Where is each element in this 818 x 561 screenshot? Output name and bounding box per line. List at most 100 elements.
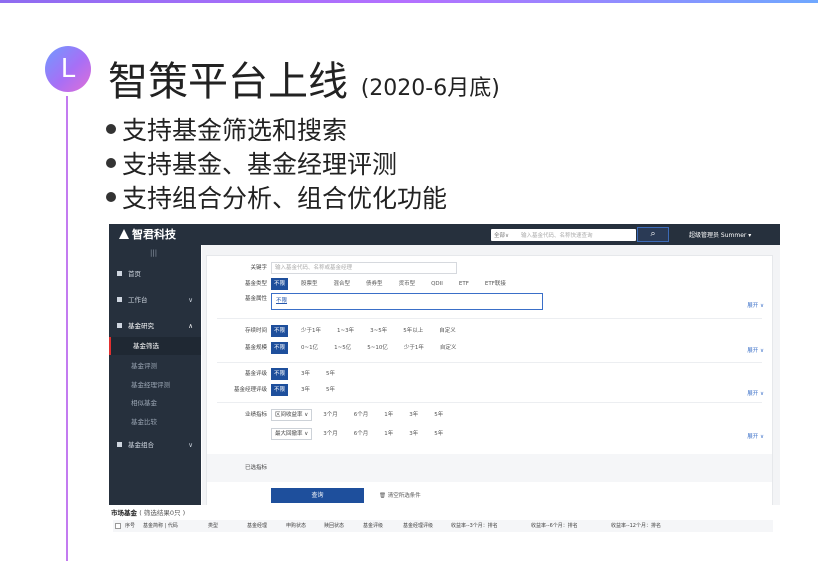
option-chip[interactable]: 少于1年	[401, 342, 427, 354]
column-header[interactable]: 申购状态	[286, 520, 306, 532]
option-chip[interactable]: 5年	[323, 368, 338, 380]
desk-icon	[117, 297, 122, 302]
option-chip[interactable]: 5年	[431, 428, 446, 440]
option-chip[interactable]: 不限	[271, 325, 289, 337]
sidebar-item-similar-fund[interactable]: 相似基金	[109, 394, 201, 412]
fund-attr-label: 基金属性	[244, 296, 267, 302]
menu-toggle-icon[interactable]: |||	[150, 249, 157, 257]
option-chip[interactable]: 6个月	[351, 409, 372, 421]
manager-rating-label: 基金经理评级	[233, 387, 267, 393]
expand-link[interactable]: 展开 ∨	[747, 432, 764, 440]
option-chip[interactable]: 1~3年	[334, 325, 357, 337]
option-chip[interactable]: 债券型	[363, 278, 386, 290]
expand-link[interactable]: 展开 ∨	[747, 346, 764, 354]
column-header[interactable]: 赎回状态	[324, 520, 344, 532]
option-chip[interactable]: 混合型	[331, 278, 354, 290]
column-header[interactable]: 收益率--6个月：排名	[531, 520, 578, 532]
trash-icon: 🗑	[379, 493, 386, 499]
option-chip[interactable]: 1~5亿	[331, 342, 354, 354]
option-chip[interactable]: 3年	[298, 368, 313, 380]
option-chip[interactable]: 3年	[406, 428, 421, 440]
chevron-down-icon: ∨	[188, 441, 193, 449]
option-chip[interactable]: 不限	[271, 384, 289, 396]
sidebar-item-workbench[interactable]: 工作台 ∨	[109, 291, 201, 309]
option-chip[interactable]: 自定义	[436, 325, 459, 337]
sidebar-item-home[interactable]: 首页	[109, 265, 201, 283]
app-logo[interactable]: 智君科技	[119, 228, 176, 241]
sidebar-item-fund-compare[interactable]: 基金比较	[109, 413, 201, 431]
fund-attr-box[interactable]: 不限	[271, 293, 543, 310]
return-select[interactable]: 区间收益率 ∨	[271, 409, 313, 421]
fund-attr-row: 基金属性 不限	[207, 293, 772, 311]
option-chip[interactable]: 3个月	[320, 428, 341, 440]
option-chip[interactable]: 3年	[406, 409, 421, 421]
manager-rating-options: 不限 3年 5年	[271, 384, 348, 396]
option-chip[interactable]: 5~10亿	[364, 342, 391, 354]
column-header[interactable]: 类型	[208, 520, 218, 532]
option-chip[interactable]: 3年	[298, 384, 313, 396]
column-header[interactable]: 收益率--12个月：排名	[611, 520, 661, 532]
divider	[217, 362, 762, 363]
sidebar-item-label: 首页	[128, 270, 141, 278]
column-header[interactable]: 基金评级	[363, 520, 383, 532]
option-chip[interactable]: 5年以上	[400, 325, 426, 337]
option-chip[interactable]: ETF	[456, 278, 472, 290]
drawdown-select[interactable]: 最大回撤率 ∨	[271, 428, 313, 440]
option-chip[interactable]: 6个月	[351, 428, 372, 440]
column-header[interactable]: 序号	[125, 520, 135, 532]
option-chip[interactable]: 3~5年	[367, 325, 390, 337]
column-header[interactable]: 基金经理	[247, 520, 267, 532]
query-button[interactable]: 查询	[271, 488, 364, 503]
expand-link[interactable]: 展开 ∨	[747, 301, 764, 309]
result-count: ( 筛选结果0只 )	[139, 509, 186, 517]
option-chip[interactable]: 股票型	[298, 278, 321, 290]
performance-row: 业绩指标 区间收益率 ∨ 3个月 6个月 1年 3年 5年	[207, 409, 772, 421]
user-menu[interactable]: 超级管理员 Summer ▾	[689, 230, 751, 239]
sidebar-item-label: 工作台	[128, 296, 148, 304]
column-header[interactable]: 收益率--3个月：排名	[451, 520, 498, 532]
main-content: 关键字 输入基金代码、名称或基金经理 基金类型 不限 股票型 混合型 债券型 货币型 QD…	[202, 245, 780, 542]
performance-label: 业绩指标	[244, 412, 267, 418]
column-header[interactable]: 基金简称 | 代码	[143, 520, 178, 532]
option-chip[interactable]: 不限	[271, 368, 289, 380]
bullet-item: 支持基金筛选和搜索	[106, 114, 447, 148]
expand-link[interactable]: 展开 ∨	[747, 389, 764, 397]
search-scope-select[interactable]: 全部∨	[494, 231, 509, 239]
sidebar-item-fund-research[interactable]: 基金研究 ∧	[109, 317, 201, 335]
search-button[interactable]: ⌕	[637, 227, 669, 242]
column-header[interactable]: 基金经理评级	[403, 520, 433, 532]
sidebar-item-portfolio[interactable]: 基金组合 ∨	[109, 436, 201, 454]
drawdown-row: 最大回撤率 ∨ 3个月 6个月 1年 3年 5年	[207, 428, 772, 440]
fund-attr-value[interactable]: 不限	[276, 298, 287, 304]
option-chip[interactable]: 5年	[323, 384, 338, 396]
sidebar-item-fund-eval[interactable]: 基金评测	[109, 357, 201, 375]
divider	[217, 402, 762, 403]
option-chip[interactable]: 不限	[271, 278, 289, 290]
option-chip[interactable]: 3个月	[320, 409, 341, 421]
option-chip[interactable]: 少于1年	[298, 325, 324, 337]
option-chip[interactable]: 1年	[381, 428, 396, 440]
search-input[interactable]: 输入基金代码、名称快速查询	[521, 231, 593, 239]
option-chip[interactable]: 0~1亿	[298, 342, 321, 354]
manager-rating-row: 基金经理评级 不限 3年 5年	[207, 384, 772, 396]
scale-row: 基金规模 不限 0~1亿 1~5亿 5~10亿 少于1年 自定义	[207, 342, 772, 354]
sidebar-item-manager-eval[interactable]: 基金经理评测	[109, 376, 201, 394]
option-chip[interactable]: 5年	[431, 409, 446, 421]
search-box[interactable]: 全部∨ 输入基金代码、名称快速查询	[491, 229, 636, 241]
option-chip[interactable]: QDII	[428, 278, 446, 290]
keyword-label: 关键字	[250, 265, 267, 271]
option-chip[interactable]: 1年	[381, 409, 396, 421]
selected-metrics-label: 已选指标	[244, 465, 267, 471]
option-chip[interactable]: 货币型	[396, 278, 419, 290]
clear-filters-button[interactable]: 🗑 清空所选条件	[379, 491, 421, 499]
sidebar-item-fund-screen[interactable]: 基金筛选	[109, 337, 201, 355]
option-chip[interactable]: 自定义	[437, 342, 460, 354]
keyword-input[interactable]: 输入基金代码、名称或基金经理	[271, 262, 457, 274]
table-header: 序号 基金简称 | 代码 类型 基金经理 申购状态 赎回状态 基金评级 基金经理…	[113, 520, 773, 532]
option-chip[interactable]: ETF联接	[482, 278, 509, 290]
selected-metrics-row: 已选指标	[207, 454, 772, 482]
option-chip[interactable]: 不限	[271, 342, 289, 354]
bullet-text: 支持基金筛选和搜索	[122, 116, 348, 145]
app-header: 智君科技 全部∨ 输入基金代码、名称快速查询 ⌕ 超级管理员 Summer ▾	[109, 224, 780, 245]
duration-options: 不限 少于1年 1~3年 3~5年 5年以上 自定义	[271, 325, 469, 337]
